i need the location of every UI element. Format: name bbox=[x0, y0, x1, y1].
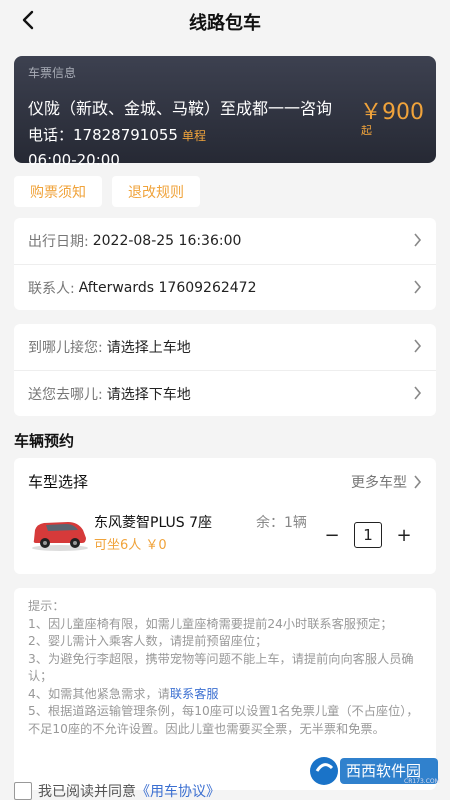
pickup-label: 到哪儿接您: bbox=[28, 340, 103, 356]
vehicle-card: 车型选择 更多车型 东风菱智PLUS 7座 余：1辆 可坐6人 ￥0 − 1 + bbox=[14, 458, 436, 574]
more-vehicle-types-label: 更多车型 bbox=[351, 475, 407, 491]
tip-line-5: 5、根据道路运输管理条例，每10座可以设置1名免票儿童（不占座位），不足10座的… bbox=[28, 704, 419, 736]
vehicle-section-title: 车辆预约 bbox=[14, 432, 75, 450]
tip-line-4: 4、如需其他紧急需求，请联系客服 bbox=[28, 686, 422, 704]
travel-date-label: 出行日期: bbox=[28, 234, 89, 250]
contact-label: 联系人: bbox=[28, 280, 75, 297]
contact-service-link[interactable]: 联系客服 bbox=[170, 687, 219, 701]
ticket-phone: 电话：17828791055 bbox=[28, 126, 178, 144]
refund-rules-button[interactable]: 退改规则 bbox=[112, 176, 200, 207]
agreement-checkbox[interactable] bbox=[14, 782, 32, 800]
service-agreement-link[interactable]: 《用车协议》 bbox=[136, 781, 220, 800]
tip-line-2: 2、婴儿需计入乘客人数，请提前预留座位； bbox=[28, 634, 268, 648]
chevron-right-icon bbox=[414, 386, 422, 400]
quantity-value[interactable]: 1 bbox=[354, 522, 382, 548]
svg-text:CR173.COM: CR173.COM bbox=[404, 778, 440, 785]
page-title: 线路包车 bbox=[189, 13, 261, 34]
chevron-right-icon bbox=[414, 233, 422, 247]
ticket-info-card: 车票信息 仪陇（新政、金城、马鞍）至成都一一咨询 电话：17828791055 … bbox=[14, 56, 436, 169]
car-name: 东风菱智PLUS 7座 bbox=[94, 515, 213, 531]
more-vehicle-types-link[interactable]: 更多车型 bbox=[351, 472, 422, 492]
ticket-price-suffix: 起 bbox=[361, 124, 372, 137]
vehicle-type-header: 车型选择 更多车型 bbox=[14, 458, 436, 504]
chevron-right-icon bbox=[414, 280, 422, 294]
pickup-value: 请选择上车地 bbox=[106, 340, 191, 356]
vehicle-type-label: 车型选择 bbox=[28, 472, 89, 491]
decrease-button[interactable]: − bbox=[320, 523, 344, 547]
chevron-left-icon bbox=[22, 10, 34, 30]
ticket-time: 06:00-20:00 bbox=[28, 151, 120, 169]
site-watermark-logo: 西西软件园 CR173.COM bbox=[310, 757, 440, 785]
dropoff-row[interactable]: 送您去哪儿: 请选择下车地 bbox=[14, 370, 436, 416]
contact-value: Afterwards 17609262472 bbox=[78, 279, 257, 296]
car-seats-price: 可坐6人 ￥0 bbox=[94, 538, 167, 553]
chevron-right-icon bbox=[414, 475, 422, 489]
travel-date-row[interactable]: 出行日期: 2022-08-25 16:36:00 bbox=[14, 218, 436, 264]
dropoff-label: 送您去哪儿: bbox=[28, 386, 103, 403]
location-card: 到哪儿接您: 请选择上车地 送您去哪儿: 请选择下车地 bbox=[14, 324, 436, 416]
trip-info-card: 出行日期: 2022-08-25 16:36:00 联系人: Afterward… bbox=[14, 218, 436, 310]
pickup-row[interactable]: 到哪儿接您: 请选择上车地 bbox=[14, 324, 436, 370]
tip-line-3: 3、为避免行李超限，携带宠物等问题不能上车，请提前向向客服人员确认； bbox=[28, 651, 414, 684]
ticket-info-label: 车票信息 bbox=[28, 66, 77, 80]
tip-line-1: 1、因儿童座椅有限，如需儿童座椅需要提前24小时联系客服预定； bbox=[28, 616, 393, 631]
increase-button[interactable]: + bbox=[392, 523, 416, 547]
dropoff-value: 请选择下车地 bbox=[106, 386, 191, 403]
tips-heading: 提示： bbox=[28, 599, 65, 613]
agreement-text: 我已阅读并同意 bbox=[38, 784, 136, 800]
info-chips: 购票须知 退改规则 bbox=[14, 176, 200, 207]
quantity-stepper: − 1 + bbox=[320, 522, 416, 548]
car-remaining: 余：1辆 bbox=[256, 515, 307, 531]
tip-line-4-text: 4、如需其他紧急需求，请 bbox=[28, 686, 170, 701]
agreement-row: 我已阅读并同意 《用车协议》 bbox=[14, 781, 220, 800]
car-image bbox=[32, 522, 88, 551]
back-button[interactable] bbox=[14, 6, 42, 34]
top-bar: 线路包车 bbox=[0, 0, 450, 44]
purchase-notes-button[interactable]: 购票须知 bbox=[14, 176, 102, 207]
contact-row[interactable]: 联系人: Afterwards 17609262472 bbox=[14, 264, 436, 310]
single-trip-badge: 单程 bbox=[181, 129, 206, 143]
chevron-right-icon bbox=[414, 339, 422, 353]
travel-date-value: 2022-08-25 16:36:00 bbox=[92, 233, 242, 249]
